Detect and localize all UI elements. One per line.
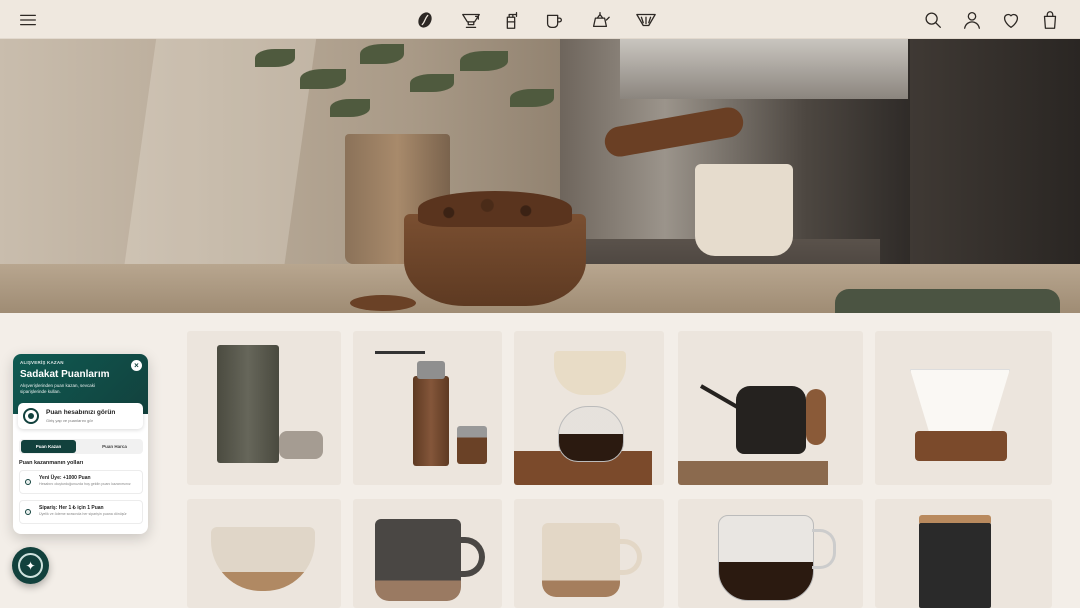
paper-filters	[910, 369, 1010, 435]
wishlist-heart-icon[interactable]	[1000, 9, 1022, 31]
canister-body	[919, 523, 991, 608]
product-card-pour-over[interactable]	[514, 331, 664, 485]
earn-way-item[interactable]: Yeni Üye: +1000 Puan Hesabını oluşturduğ…	[19, 470, 143, 494]
product-card-grinder[interactable]	[353, 331, 502, 485]
ways-to-earn-heading: Puan kazanmanın yolları	[19, 460, 84, 466]
mug-handle	[616, 539, 642, 575]
ceramic-bowl	[211, 527, 315, 591]
product-card-bowl[interactable]	[187, 499, 341, 608]
plant-leaf	[255, 49, 295, 67]
server-handle	[812, 529, 836, 569]
product-card-filters[interactable]	[875, 331, 1052, 485]
tab-earn-points[interactable]: Puan Kazan	[21, 440, 76, 453]
menu-icon[interactable]	[17, 9, 39, 31]
receipt-icon	[25, 509, 31, 515]
earn-way-title: Sipariş: Her 1 ₺ için 1 Puan	[39, 505, 104, 511]
loyalty-widget: ALIŞVERİŞ KAZAN Sadakat Puanlarım Alışve…	[13, 354, 148, 534]
plant-leaf	[360, 44, 404, 64]
bag-icon[interactable]	[1039, 9, 1061, 31]
loyalty-title: Sadakat Puanlarım	[20, 369, 110, 380]
points-account-subtitle: Giriş yap ve puanlarını gör	[46, 418, 93, 423]
glass-carafe	[558, 406, 624, 462]
grinder-crank	[375, 351, 425, 354]
product-card-canister[interactable]	[875, 499, 1052, 608]
glass-server	[718, 515, 814, 601]
mug-icon[interactable]	[543, 9, 565, 31]
wooden-bowl	[404, 214, 586, 306]
product-card-speckled-mug[interactable]	[514, 499, 664, 608]
kettle-body	[736, 386, 806, 454]
pour-over-dripper-icon[interactable]	[460, 9, 482, 31]
search-icon[interactable]	[922, 9, 944, 31]
paper-filter	[554, 351, 626, 395]
dark-mug	[375, 519, 461, 601]
filter-icon[interactable]	[635, 9, 657, 31]
star-icon	[25, 479, 31, 485]
wooden-spoon	[350, 295, 416, 311]
earn-way-desc: Hesabını oluşturduğunuzda hoş geldin pua…	[39, 482, 131, 486]
earn-way-title: Yeni Üye: +1000 Puan	[39, 475, 91, 481]
stone	[279, 431, 323, 459]
speckled-mug	[542, 523, 620, 597]
window-light	[123, 39, 317, 269]
loyalty-subtitle: Alışverişlerinden puan kazan, sevcaki si…	[20, 383, 96, 394]
coffee-bag	[217, 345, 279, 463]
loyalty-tabs: Puan Kazan Puan Harca	[19, 439, 143, 454]
top-navigation	[0, 0, 1080, 39]
ceramic-cup	[695, 164, 793, 256]
grinder-body	[413, 376, 449, 466]
kettle-icon[interactable]	[588, 9, 612, 31]
coffee-beans	[418, 191, 572, 227]
grinder-icon[interactable]	[500, 9, 522, 31]
earn-way-desc: Üyelik ve ödeme sırasında her siparişin …	[39, 512, 127, 516]
loyalty-badge-icon	[23, 408, 39, 424]
kettle-spout	[699, 384, 741, 410]
grinder-top	[417, 361, 445, 379]
close-icon[interactable]: ×	[131, 360, 142, 371]
plant-leaf	[330, 99, 370, 117]
plant-leaf	[510, 89, 554, 107]
filter-holder	[915, 431, 1007, 461]
earn-way-item[interactable]: Sipariş: Her 1 ₺ için 1 Puan Üyelik ve ö…	[19, 500, 143, 524]
hero-banner-image	[0, 39, 1080, 313]
plant-leaf	[460, 51, 508, 71]
points-account-card[interactable]: Puan hesabınızı görün Giriş yap ve puanl…	[18, 403, 143, 429]
account-icon[interactable]	[961, 9, 983, 31]
product-card-coffee-bag[interactable]	[187, 331, 341, 485]
espresso-machine-top	[620, 39, 908, 99]
loyalty-launcher-button[interactable]: ✦	[12, 547, 49, 584]
product-card-kettle[interactable]	[678, 331, 863, 485]
coffee-bean-icon[interactable]	[414, 9, 436, 31]
sparkle-icon: ✦	[18, 553, 43, 578]
kettle-handle	[806, 389, 826, 445]
tab-spend-points[interactable]: Puan Harca	[87, 440, 142, 453]
plant-leaf	[300, 69, 346, 89]
mug-handle	[457, 537, 485, 577]
green-cloth	[835, 289, 1060, 313]
product-card-glass-server[interactable]	[678, 499, 863, 608]
wood-board	[678, 461, 828, 485]
grinder-catch	[457, 426, 487, 464]
points-account-title: Puan hesabınızı görün	[46, 409, 116, 416]
plant-leaf	[410, 74, 454, 92]
loyalty-eyebrow: ALIŞVERİŞ KAZAN	[20, 360, 64, 365]
product-card-dark-mug[interactable]	[353, 499, 502, 608]
